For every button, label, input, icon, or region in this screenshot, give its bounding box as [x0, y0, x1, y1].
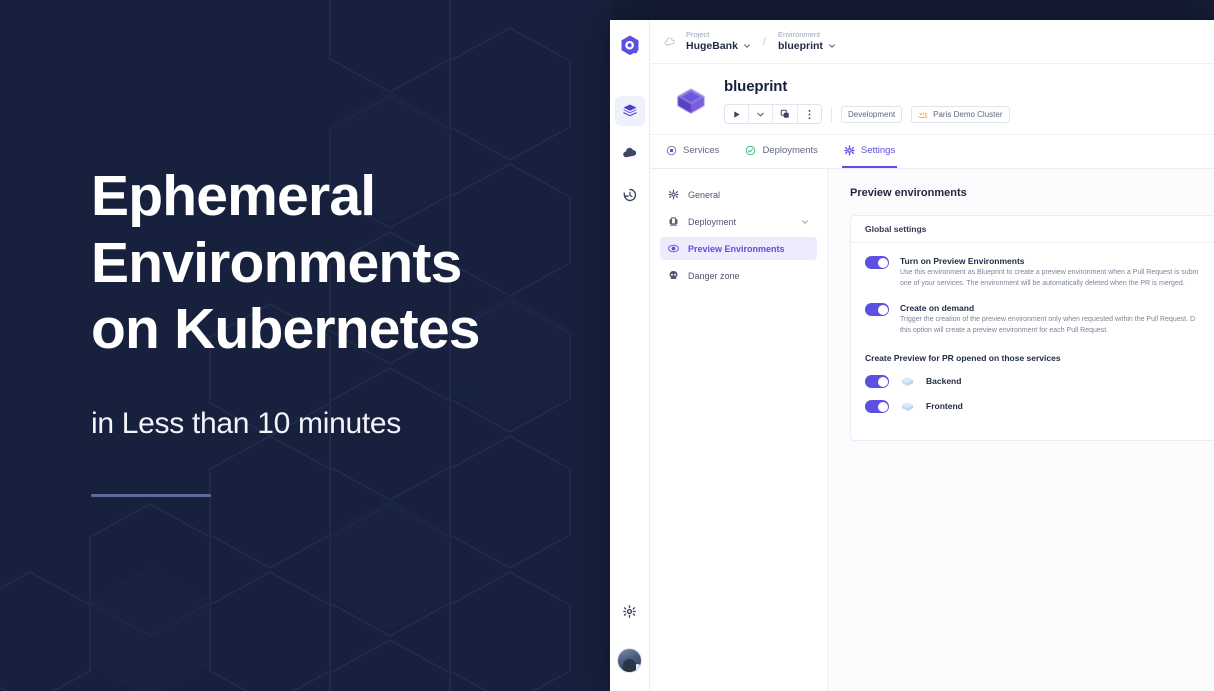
deploy-button-group — [724, 104, 822, 124]
eye-icon — [668, 244, 679, 253]
tab-deployments-label: Deployments — [762, 145, 818, 156]
avatar-cloud-badge — [633, 664, 641, 672]
environment-cube-icon — [677, 88, 705, 114]
service-label: Backend — [926, 376, 962, 387]
settings-nav: General Deployment Preview Environments … — [650, 169, 828, 691]
breadcrumb-separator: / — [762, 35, 766, 48]
cloud-icon — [622, 147, 636, 158]
rail-item-clusters[interactable] — [615, 138, 645, 168]
card-body: Turn on Preview Environments Use this en… — [851, 243, 1214, 440]
option-title: Turn on Preview Environments — [900, 256, 1025, 266]
layers-icon — [623, 104, 636, 117]
option-description-line1: Use this environment as Blueprint to cre… — [900, 268, 1199, 276]
breadcrumb: Project HugeBank / Environment blueprint — [650, 20, 1214, 64]
card-title: Global settings — [851, 216, 1214, 243]
tab-settings[interactable]: Settings — [841, 135, 898, 168]
app-icon-rail — [610, 20, 650, 691]
service-row-frontend: Frontend — [865, 399, 1200, 414]
environment-tabs: Services Deployments Settings — [650, 135, 1214, 169]
sidebar-item-danger-zone-label: Danger zone — [688, 270, 740, 281]
sidebar-item-preview-environments[interactable]: Preview Environments — [660, 237, 817, 260]
services-section-title: Create Preview for PR opened on those se… — [865, 352, 1061, 363]
app-main: Project HugeBank / Environment blueprint — [650, 20, 1214, 691]
option-create-on-demand: Create on demand Trigger the creation of… — [865, 302, 1200, 336]
section-title: Preview environments — [850, 187, 967, 199]
more-button[interactable] — [798, 105, 821, 123]
qovery-logo-icon[interactable] — [616, 32, 644, 60]
option-description-line1: Trigger the creation of the preview envi… — [900, 316, 1196, 324]
play-button[interactable] — [725, 105, 749, 123]
chevron-down-icon[interactable] — [828, 42, 836, 50]
toggle-turn-on-preview-environments[interactable] — [865, 256, 889, 269]
rail-item-settings[interactable] — [615, 596, 645, 626]
sidebar-item-deployment[interactable]: Deployment — [660, 210, 817, 233]
gear-icon — [623, 604, 636, 618]
settings-body: General Deployment Preview Environments … — [650, 169, 1214, 691]
tab-services[interactable]: Services — [664, 135, 721, 168]
chevron-down-icon — [757, 112, 764, 116]
cluster-label: Paris Demo Cluster — [933, 109, 1003, 119]
toggle-backend[interactable] — [865, 375, 889, 389]
skull-icon — [669, 271, 678, 280]
hero-title: Ephemeral Environments on Kubernetes — [91, 164, 480, 362]
environment-title: blueprint — [724, 78, 788, 95]
breadcrumb-project-value: HugeBank — [686, 39, 738, 52]
container-icon — [901, 376, 914, 386]
rocket-icon — [669, 217, 678, 226]
aws-icon — [918, 112, 928, 118]
service-row-backend: Backend — [865, 374, 1200, 389]
breadcrumb-project[interactable]: Project HugeBank — [686, 30, 751, 53]
clone-button[interactable] — [773, 105, 798, 123]
hero-subtitle: in Less than 10 minutes — [91, 407, 401, 441]
sidebar-item-general[interactable]: General — [660, 183, 817, 206]
gear-icon — [844, 145, 855, 156]
global-settings-card: Global settings Turn on Preview Environm… — [850, 215, 1214, 441]
environment-header: blueprint Development Paris Demo Cluster — [650, 64, 1214, 135]
gear-icon — [668, 189, 679, 200]
history-icon — [623, 188, 636, 202]
environment-type-badge[interactable]: Development — [841, 105, 903, 123]
container-icon — [901, 401, 914, 411]
sidebar-item-deployment-label: Deployment — [688, 216, 737, 227]
chevron-down-icon[interactable] — [743, 42, 751, 50]
option-description-line2: one of your services. The environment wi… — [900, 279, 1185, 287]
environment-actions: Development Paris Demo Cluster — [724, 104, 1010, 124]
avatar[interactable] — [617, 648, 642, 673]
app-window: Project HugeBank / Environment blueprint — [610, 20, 1214, 691]
toggle-frontend[interactable] — [865, 400, 889, 414]
tab-deployments[interactable]: Deployments — [743, 135, 819, 168]
settings-content: Preview environments Global settings Tur… — [828, 169, 1214, 691]
check-circle-icon — [746, 145, 756, 156]
actions-divider — [831, 106, 832, 122]
toggle-create-on-demand[interactable] — [865, 303, 889, 317]
play-dropdown-button[interactable] — [749, 105, 773, 123]
play-icon — [734, 110, 740, 118]
option-description-line2: this option will create a preview enviro… — [900, 327, 1109, 335]
cluster-badge[interactable]: Paris Demo Cluster — [911, 105, 1010, 123]
option-turn-on-preview-environments: Turn on Preview Environments Use this en… — [865, 255, 1200, 289]
rail-item-services[interactable] — [614, 96, 645, 126]
tab-services-label: Services — [683, 145, 720, 156]
service-label: Frontend — [926, 401, 963, 412]
tab-settings-label: Settings — [860, 145, 896, 156]
breadcrumb-project-label: Project — [686, 29, 710, 39]
breadcrumb-environment-label: Environment — [778, 29, 821, 39]
sidebar-item-preview-environments-label: Preview Environments — [688, 243, 785, 254]
rail-item-activity[interactable] — [615, 180, 645, 210]
sidebar-item-general-label: General — [688, 189, 721, 200]
environment-type-label: Development — [848, 109, 896, 119]
breadcrumb-environment-value: blueprint — [778, 39, 823, 52]
sidebar-item-danger-zone[interactable]: Danger zone — [660, 264, 817, 287]
cloud-small-icon — [664, 37, 675, 45]
hero-panel: Ephemeral Environments on Kubernetes in … — [0, 0, 612, 691]
services-icon — [666, 145, 677, 156]
hero-divider — [91, 494, 211, 498]
breadcrumb-environment[interactable]: Environment blueprint — [778, 30, 836, 53]
option-title: Create on demand — [900, 303, 975, 314]
chevron-down-icon[interactable] — [801, 218, 809, 226]
clone-icon — [780, 109, 789, 118]
dots-vertical-icon — [808, 109, 811, 119]
